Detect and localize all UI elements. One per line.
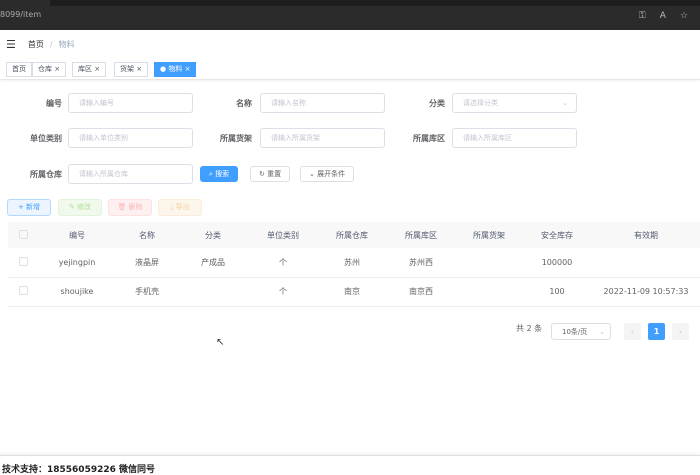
cell: yejingpin [38,248,116,278]
cell [178,277,248,307]
cell: 南京 [318,277,386,307]
cell: 产成品 [178,248,248,278]
unit-label: 单位类别 [30,134,62,143]
expand-button[interactable]: ⌄ 展开条件 [300,166,355,182]
warehouse-label: 所属仓库 [30,170,62,179]
cell: 手机壳 [116,277,178,307]
key-icon[interactable]: ⚿ [639,11,646,21]
breadcrumb: ☰ 首页 / 物料 [6,38,75,51]
category-label: 分类 [429,99,445,108]
search-label: 搜索 [215,170,230,178]
delete-button[interactable]: 🗑 删除 [108,199,152,216]
footer: 技术支持：18556059226 微信同号 [0,455,700,475]
cell: 100 [522,277,592,307]
cell [456,248,522,278]
cell: 苏州 [318,248,386,278]
next-page-button[interactable]: › [672,323,689,340]
tag-material[interactable]: ● 物料 × [154,62,197,77]
close-icon[interactable]: × [94,65,100,73]
cell [592,248,700,278]
column-header[interactable]: 有效期 [592,222,700,248]
cell: 个 [248,277,318,307]
tag-label: 首页 [12,65,26,73]
pagination-total: 共 2 条 [516,324,543,333]
page-size-select[interactable]: 10条/页 ⌄ [551,323,611,340]
table-row[interactable]: shoujike 手机壳 个 南京 南京西 100 2022-11-09 10:… [8,277,700,307]
row-checkbox[interactable] [18,256,28,266]
column-header[interactable]: 编号 [38,222,116,248]
chevron-down-icon: ⌄ [309,170,315,178]
rack-label: 所属货架 [220,134,252,143]
area-label: 所属库区 [413,134,445,143]
tag-home[interactable]: 首页 [6,62,32,77]
close-icon[interactable]: × [54,65,60,73]
tag-area[interactable]: 库区 × [72,62,107,77]
refresh-icon: ↻ [259,170,265,178]
chevron-down-icon: ⌄ [562,99,568,107]
cell: 液晶屏 [116,248,178,278]
browser-bar: 8099/item ⚿ A ☆ [0,0,700,30]
export-button[interactable]: ⤓ 导出 [158,199,202,216]
breadcrumb-separator: / [49,40,53,49]
chevron-down-icon: ⌄ [599,327,605,336]
close-icon[interactable]: × [185,65,191,73]
unit-input[interactable]: 请输入单位类别 [68,128,193,148]
page-1-button[interactable]: 1 [648,323,665,340]
reset-button[interactable]: ↻ 重置 [250,166,291,182]
search-button[interactable]: ⌕ 搜索 [200,166,239,182]
address-bar[interactable]: 8099/item [0,10,41,19]
column-header[interactable]: 所属库区 [386,222,456,248]
reset-label: 重置 [267,170,282,178]
favorite-icon[interactable]: ☆ [680,11,688,21]
prev-page-button[interactable]: ‹ [624,323,641,340]
column-header[interactable]: 所属货架 [456,222,522,248]
column-header[interactable]: 所属仓库 [318,222,386,248]
tag-label: 仓库 [38,65,52,73]
tag-warehouse[interactable]: 仓库 × [32,62,67,77]
hamburger-icon[interactable]: ☰ [6,38,16,51]
column-header[interactable]: 分类 [178,222,248,248]
tag-rack[interactable]: 货架 × [114,62,149,77]
name-label: 名称 [236,99,252,108]
tag-label: 库区 [78,65,92,73]
cell: 苏州西 [386,248,456,278]
cell: shoujike [38,277,116,307]
material-table: 编号 名称 分类 单位类别 所属仓库 所属库区 所属货架 安全库存 有效期 ye… [8,222,700,307]
search-icon: ⌕ [209,170,213,178]
cell: 个 [248,248,318,278]
column-header[interactable]: 名称 [116,222,178,248]
browser-tab-strip [50,0,700,6]
table-row[interactable]: yejingpin 液晶屏 产成品 个 苏州 苏州西 100000 [8,248,700,278]
read-aloud-icon[interactable]: A [660,11,666,21]
code-label: 编号 [46,99,62,108]
breadcrumb-home[interactable]: 首页 [28,39,44,50]
column-header[interactable]: 单位类别 [248,222,318,248]
category-select[interactable]: 请选择分类 ⌄ [452,93,577,113]
cell [456,277,522,307]
cell: 100000 [522,248,592,278]
row-checkbox[interactable] [18,286,28,295]
tag-label: 物料 [168,65,183,73]
edit-button[interactable]: ✎ 修改 [58,199,102,216]
category-placeholder: 请选择分类 [463,99,498,107]
mouse-cursor-icon: ↖ [216,337,225,348]
tags-view: 首页 仓库 × 库区 × 货架 × ● 物料 × [0,58,700,80]
area-input[interactable]: 请输入所属库区 [452,128,577,148]
code-input[interactable]: 请输入编号 [68,93,193,113]
page-size-value: 10条/页 [562,327,588,336]
tag-label: 货架 [120,65,134,73]
select-all-checkbox[interactable] [18,229,28,239]
rack-input[interactable]: 请输入所属货架 [260,128,385,148]
cell: 南京西 [386,277,456,307]
expand-label: 展开条件 [317,170,346,178]
table-header: 编号 名称 分类 单位类别 所属仓库 所属库区 所属货架 安全库存 有效期 [8,222,700,248]
cell: 2022-11-09 10:57:33 [592,277,700,307]
breadcrumb-current: 物料 [58,40,75,49]
warehouse-input[interactable]: 请输入所属仓库 [68,164,193,184]
close-icon[interactable]: × [136,65,142,73]
footer-text: 技术支持：18556059226 微信同号 [2,465,156,475]
add-button[interactable]: + 新增 [7,199,51,216]
name-input[interactable]: 请输入名称 [260,93,385,113]
column-header[interactable]: 安全库存 [522,222,592,248]
